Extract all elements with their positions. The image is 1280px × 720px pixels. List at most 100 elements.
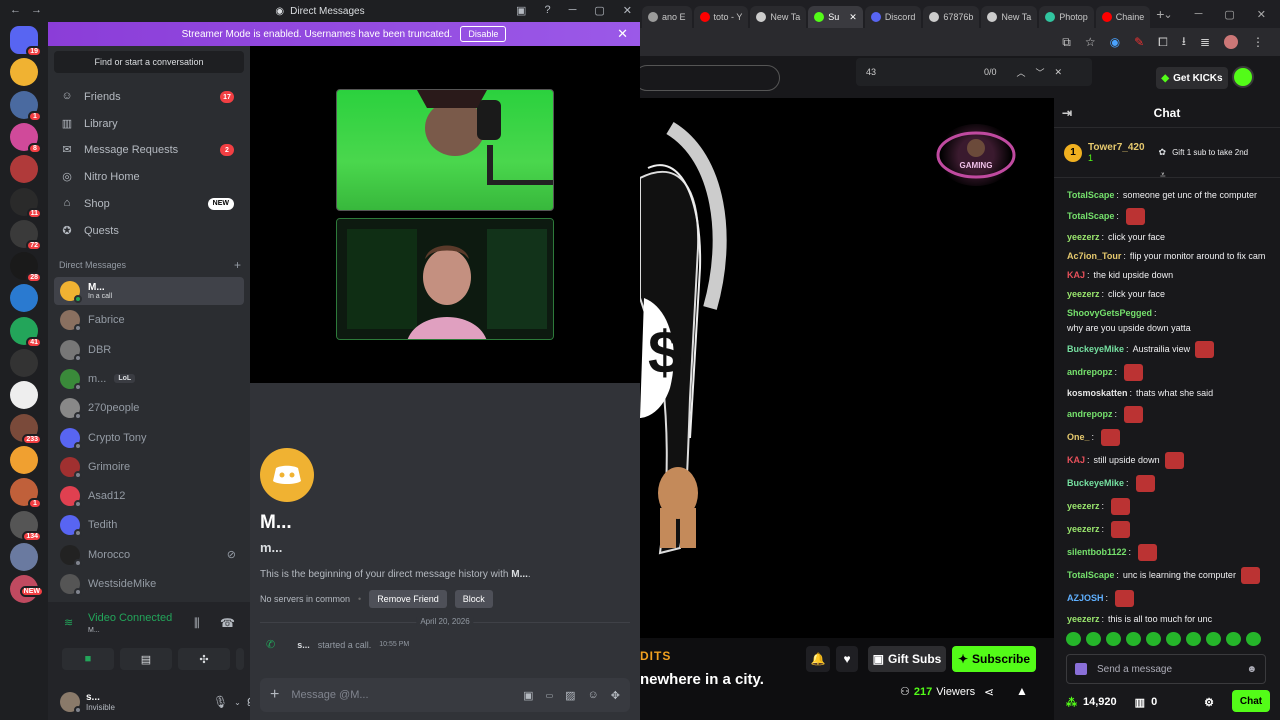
chat-username[interactable]: yeezerz [1067, 288, 1100, 301]
sticker-icon[interactable] [1075, 663, 1087, 675]
chat-username[interactable]: KAJ [1067, 454, 1085, 467]
call-author[interactable]: s... [297, 640, 310, 650]
server-icon[interactable]: 134 [10, 510, 42, 542]
quick-emote-icon[interactable] [1206, 632, 1221, 646]
leader-username[interactable]: Tower7_420 [1088, 142, 1145, 153]
gift-icon[interactable]: ▣ [523, 689, 533, 702]
chat-input[interactable]: Send a message ☻ [1066, 654, 1266, 684]
profile-icon[interactable] [1224, 35, 1238, 49]
chat-username[interactable]: andrepopz [1067, 366, 1113, 379]
collapse-chat-icon[interactable]: ⇥ [1062, 106, 1072, 120]
chat-username[interactable]: ShoovyGetsPegged [1067, 307, 1152, 320]
server-icon[interactable]: 28 [10, 252, 42, 284]
browser-tab[interactable]: Photop [1039, 6, 1094, 28]
nav-arrows[interactable]: ←→ [10, 4, 52, 16]
server-icon[interactable] [10, 445, 38, 474]
chat-username[interactable]: yeezerz [1067, 231, 1100, 244]
close-button[interactable]: ✕ [623, 4, 632, 17]
emoji-icon[interactable]: ☻ [1246, 664, 1257, 675]
disable-streamer-mode-button[interactable]: Disable [460, 26, 507, 42]
dm-item[interactable]: m... LoL [54, 365, 244, 393]
find-input[interactable]: 43 [866, 67, 974, 77]
camera-button[interactable]: ■ [62, 648, 114, 670]
settings-icon[interactable]: ⚙ [1204, 696, 1214, 709]
disconnect-icon[interactable]: ☎ [220, 616, 235, 630]
avatar[interactable] [1232, 66, 1254, 88]
server-icon[interactable]: 41 [10, 316, 42, 348]
nav-library[interactable]: ▥ Library [54, 112, 244, 136]
download-icon[interactable]: ⭳ [1182, 32, 1186, 53]
dm-item[interactable]: WestsideMike [54, 570, 244, 598]
quick-emote-icon[interactable] [1086, 632, 1101, 646]
menu-icon[interactable]: ⋮ [1252, 35, 1264, 49]
create-dm-icon[interactable]: + [234, 258, 241, 272]
maximize-button[interactable]: ▢ [1224, 8, 1234, 21]
server-icon[interactable]: 72 [10, 219, 42, 251]
video-tile-remote[interactable] [336, 89, 554, 211]
quick-emote-icon[interactable] [1126, 632, 1141, 646]
quick-emote-icon[interactable] [1166, 632, 1181, 646]
inbox-icon[interactable]: ▣ [516, 4, 526, 17]
server-icon[interactable] [10, 542, 38, 571]
tab-search-icon[interactable]: ⌄ [1163, 8, 1172, 21]
dm-item[interactable]: Crypto Tony [54, 424, 244, 452]
share-icon[interactable]: ⋖ [984, 685, 994, 699]
chat-username[interactable]: yeezerz [1067, 613, 1100, 626]
browser-tab[interactable]: 67876b [923, 6, 980, 28]
install-app-icon[interactable]: ⧉ [1062, 35, 1071, 50]
follow-heart-button[interactable]: ♥ [836, 646, 858, 672]
emoji-icon[interactable]: ☺ [588, 689, 599, 701]
dm-item[interactable]: 270people [54, 394, 244, 422]
message-input[interactable]: + Message @M... ▣ ▭ ▨ ☺ ✥ [260, 678, 630, 712]
server-icon[interactable] [10, 155, 38, 184]
pinned-expand-icon[interactable]: ⩡ [1160, 170, 1166, 181]
chat-username[interactable]: silentbob1122 [1067, 546, 1127, 559]
dm-item[interactable]: Fabrice [54, 306, 244, 334]
find-prev-icon[interactable]: ︿ [1017, 66, 1026, 79]
server-icon[interactable] [10, 284, 38, 313]
server-icon[interactable]: NEW [10, 575, 44, 604]
chat-username[interactable]: One_ [1067, 431, 1090, 444]
maximize-button[interactable]: ▢ [594, 4, 604, 17]
user-name[interactable]: s... [86, 692, 115, 703]
quick-emote-icon[interactable] [1246, 632, 1261, 646]
browser-tab[interactable]: New Ta [981, 6, 1038, 28]
minimize-button[interactable]: ─ [569, 4, 577, 17]
report-icon[interactable]: ▲ [1016, 684, 1028, 698]
activities-button[interactable]: ✣ [178, 648, 230, 670]
voice-status[interactable]: Video Connected [88, 612, 172, 624]
mute-icon[interactable]: 🎙 [213, 695, 228, 709]
server-icon[interactable]: 1 [10, 90, 42, 122]
dm-item[interactable]: Morocco ⊘ [54, 541, 244, 569]
stream-video[interactable]: GAMING $ [640, 98, 1054, 638]
avatar[interactable] [60, 692, 82, 714]
browser-tab[interactable]: New Ta [750, 6, 807, 28]
noise-suppression-icon[interactable]: ⫼ [194, 616, 200, 631]
send-chat-button[interactable]: Chat [1232, 690, 1270, 712]
chat-username[interactable]: kosmoskatten [1067, 387, 1128, 400]
nav-friends[interactable]: ☺ Friends 17 [54, 85, 244, 109]
notification-bell-button[interactable]: 🔔 [806, 646, 830, 672]
chat-username[interactable]: TotalScape [1067, 210, 1114, 223]
reading-list-icon[interactable]: ≣ [1200, 35, 1210, 49]
server-icon[interactable]: 8 [10, 122, 42, 154]
chat-username[interactable]: KAJ [1067, 269, 1085, 282]
server-icon[interactable] [10, 58, 38, 87]
nav-nitro-home[interactable]: ◎ Nitro Home [54, 165, 244, 189]
chat-username[interactable]: TotalScape [1067, 189, 1114, 202]
screen-share-button[interactable]: ▤ [120, 648, 172, 670]
soundboard-button[interactable] [236, 648, 244, 670]
browser-tab[interactable]: ano E [642, 6, 692, 28]
video-tile-self[interactable] [336, 218, 554, 340]
chat-username[interactable]: Ac7ion_Tour [1067, 250, 1121, 263]
chat-username[interactable]: BuckeyeMike [1067, 477, 1124, 490]
chat-username[interactable]: TotalScape [1067, 569, 1114, 582]
find-close-icon[interactable]: ✕ [1055, 67, 1063, 78]
find-next-icon[interactable]: ﹀ [1036, 66, 1045, 79]
server-icon[interactable]: 1 [10, 478, 42, 510]
voice-channel[interactable]: M... [88, 627, 100, 634]
close-banner-icon[interactable]: ✕ [617, 26, 628, 42]
block-button[interactable]: Block [454, 590, 493, 608]
chat-username[interactable]: BuckeyeMike [1067, 343, 1124, 356]
get-kicks-button[interactable]: ◆ Get KICKs [1156, 67, 1228, 89]
